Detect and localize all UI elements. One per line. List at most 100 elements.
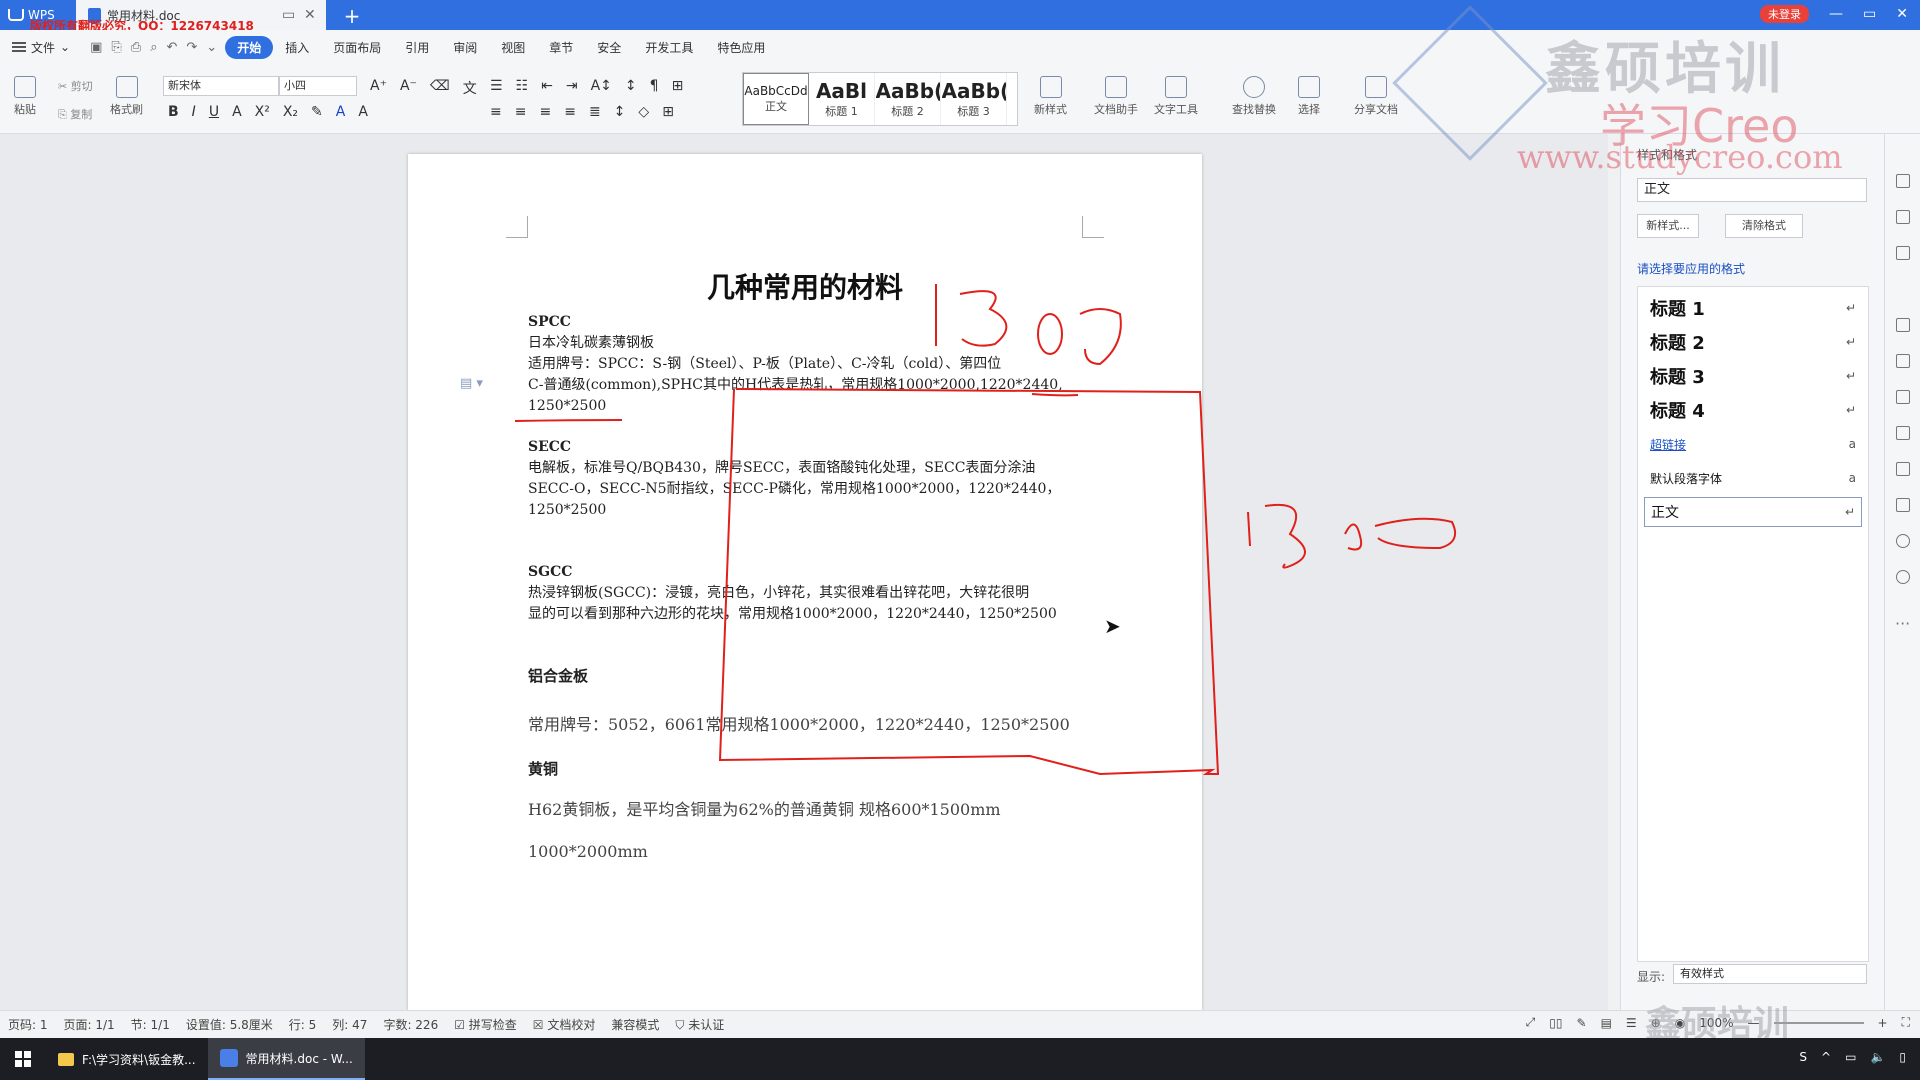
maximize-icon[interactable]: ▭ [1863, 6, 1876, 22]
taskbar-explorer[interactable]: F:\学习资料\钣金教... [46, 1038, 208, 1080]
tray-app-icon[interactable]: S [1799, 1050, 1807, 1064]
style-list-item[interactable]: 正文 ↵ [1644, 497, 1862, 527]
undo-icon[interactable]: ↶ [166, 40, 177, 55]
tab-window-icon[interactable]: ▭ [282, 7, 295, 23]
file-menu[interactable]: 文件 ⌄ [0, 39, 82, 56]
grow-font-icon[interactable]: A⁺ [370, 78, 387, 98]
status-words[interactable]: 字数: 226 [375, 1016, 446, 1033]
network-icon[interactable]: ▭ [1845, 1050, 1856, 1064]
decrease-indent-icon[interactable]: ⇤ [541, 78, 553, 94]
select-button[interactable]: 选择 [1298, 76, 1320, 117]
borders-icon[interactable]: ⊞ [662, 104, 674, 120]
outline-view-icon[interactable]: ☰ [1626, 1016, 1637, 1030]
superscript-icon[interactable]: X² [255, 104, 270, 120]
cut-button[interactable]: ✂ 剪切 [58, 78, 93, 94]
underline-icon[interactable]: U [209, 104, 219, 120]
clear-format-icon[interactable]: ⌫ [430, 78, 450, 98]
paste-button[interactable]: 粘贴 [14, 76, 36, 117]
login-badge[interactable]: 未登录 [1760, 5, 1810, 23]
customize-icon[interactable]: ⌄ [206, 40, 217, 55]
help-icon[interactable] [1896, 570, 1910, 584]
redo-icon[interactable]: ↷ [186, 40, 197, 55]
text-tools-button[interactable]: 文字工具 [1154, 76, 1198, 117]
backup-icon[interactable] [1896, 462, 1910, 476]
page-view-icon[interactable]: ▤ [1601, 1016, 1612, 1030]
minimize-icon[interactable]: — [1829, 6, 1843, 22]
bullets-icon[interactable]: ☰ [490, 78, 503, 94]
share-out-icon[interactable] [1896, 390, 1910, 404]
doc-assistant-button[interactable]: 文档助手 [1094, 76, 1138, 117]
align-right-icon[interactable]: ≡ [539, 104, 551, 120]
tab-chapter[interactable]: 章节 [537, 35, 585, 60]
strikethrough-icon[interactable]: A [232, 104, 242, 120]
distribute-icon[interactable]: ≣ [589, 104, 601, 120]
align-left-icon[interactable]: ≡ [490, 104, 502, 120]
notification-icon[interactable]: ▯ [1899, 1050, 1906, 1064]
shrink-font-icon[interactable]: A⁻ [400, 78, 417, 98]
new-tab-icon[interactable]: + [340, 4, 364, 28]
style-heading-1[interactable]: AaBl 标题 1 [809, 73, 875, 125]
style-heading-2[interactable]: AaBb( 标题 2 [875, 73, 941, 125]
font-name-select[interactable]: 新宋体 [163, 76, 279, 96]
line-spacing-icon[interactable]: ↕ [614, 104, 626, 120]
text-direction-icon[interactable]: A↕ [591, 78, 612, 94]
justify-icon[interactable]: ≡ [564, 104, 576, 120]
fit-window-icon[interactable]: ⛶ [1902, 1015, 1910, 1030]
highlight-icon[interactable]: ✎ [311, 104, 323, 120]
font-size-select[interactable]: 小四 [279, 76, 357, 96]
spell-check-button[interactable]: ☑ 拼写检查 [446, 1016, 525, 1033]
document-canvas[interactable]: 几种常用的材料 SPCC 日本冷轧碳素薄钢板 适用牌号：SPCC：S-钢（Ste… [0, 134, 1620, 1010]
style-list-item[interactable]: 超链接 a [1644, 429, 1862, 459]
clear-format-button[interactable]: 清除格式 [1725, 214, 1803, 238]
taskbar-wps[interactable]: 常用材料.doc - W... [207, 1038, 365, 1080]
increase-indent-icon[interactable]: ⇥ [566, 78, 578, 94]
tab-layout[interactable]: 页面布局 [321, 35, 393, 60]
share-icon[interactable]: ⎘ [111, 40, 121, 55]
start-button[interactable] [0, 1038, 46, 1080]
volume-icon[interactable]: 🔈 [1870, 1050, 1885, 1064]
style-list-item[interactable]: 标题 4 ↵ [1644, 395, 1862, 425]
style-list-item[interactable]: 标题 1 ↵ [1644, 293, 1862, 323]
auth-button[interactable]: ⛉ 未认证 [667, 1016, 732, 1033]
tab-home[interactable]: 开始 [225, 35, 274, 59]
shapes-icon[interactable] [1896, 246, 1910, 260]
star-icon[interactable] [1896, 354, 1910, 368]
table-icon[interactable]: ⊞ [672, 78, 684, 94]
translate-icon[interactable] [1896, 426, 1910, 440]
font-color-icon[interactable]: A [336, 104, 346, 120]
image-icon[interactable] [1896, 498, 1910, 512]
vertical-scrollbar[interactable] [1608, 134, 1620, 1010]
shading-icon[interactable]: ◇ [638, 104, 649, 120]
new-style-button[interactable]: 新样式 [1034, 76, 1067, 117]
style-normal[interactable]: AaBbCcDd 正文 [743, 73, 809, 125]
cursor-icon[interactable] [1896, 210, 1910, 224]
char-shading-icon[interactable]: A [358, 104, 368, 120]
tab-view[interactable]: 视图 [489, 35, 537, 60]
copy-button[interactable]: ⎘ 复制 [58, 106, 92, 122]
numbering-icon[interactable]: ☷ [516, 78, 529, 94]
sort-icon[interactable]: ↕ [625, 78, 637, 94]
bold-icon[interactable]: B [168, 104, 179, 120]
tab-developer[interactable]: 开发工具 [633, 35, 705, 60]
show-marks-icon[interactable]: ¶ [650, 78, 659, 94]
proof-button[interactable]: ☒ 文档校对 [525, 1016, 604, 1033]
print-preview-icon[interactable]: ⌕ [150, 40, 157, 55]
format-painter-button[interactable]: 格式刷 [110, 76, 143, 117]
paragraph-layout-icon[interactable]: ▤ ▾ [460, 376, 483, 391]
style-list-item[interactable]: 默认段落字体 a [1644, 463, 1862, 493]
pen-icon[interactable] [1896, 174, 1910, 188]
save-icon[interactable]: ▣ [90, 40, 102, 55]
pinyin-icon[interactable]: 文 [463, 78, 477, 98]
tab-security[interactable]: 安全 [585, 35, 633, 60]
share-button[interactable]: 分享文档 [1354, 76, 1398, 117]
document-page[interactable]: 几种常用的材料 SPCC 日本冷轧碳素薄钢板 适用牌号：SPCC：S-钢（Ste… [408, 154, 1202, 1010]
print-icon[interactable]: ⎙ [131, 40, 141, 55]
tab-references[interactable]: 引用 [393, 35, 441, 60]
find-replace-button[interactable]: 查找替换 [1232, 76, 1276, 117]
gallery-icon[interactable] [1896, 318, 1910, 332]
style-heading-3[interactable]: AaBb( 标题 3 [941, 73, 1007, 125]
tab-insert[interactable]: 插入 [273, 35, 321, 60]
show-filter-select[interactable]: 有效样式 [1673, 964, 1867, 984]
zoom-in-icon[interactable]: + [1878, 1016, 1888, 1030]
tab-special[interactable]: 特色应用 [705, 35, 777, 60]
